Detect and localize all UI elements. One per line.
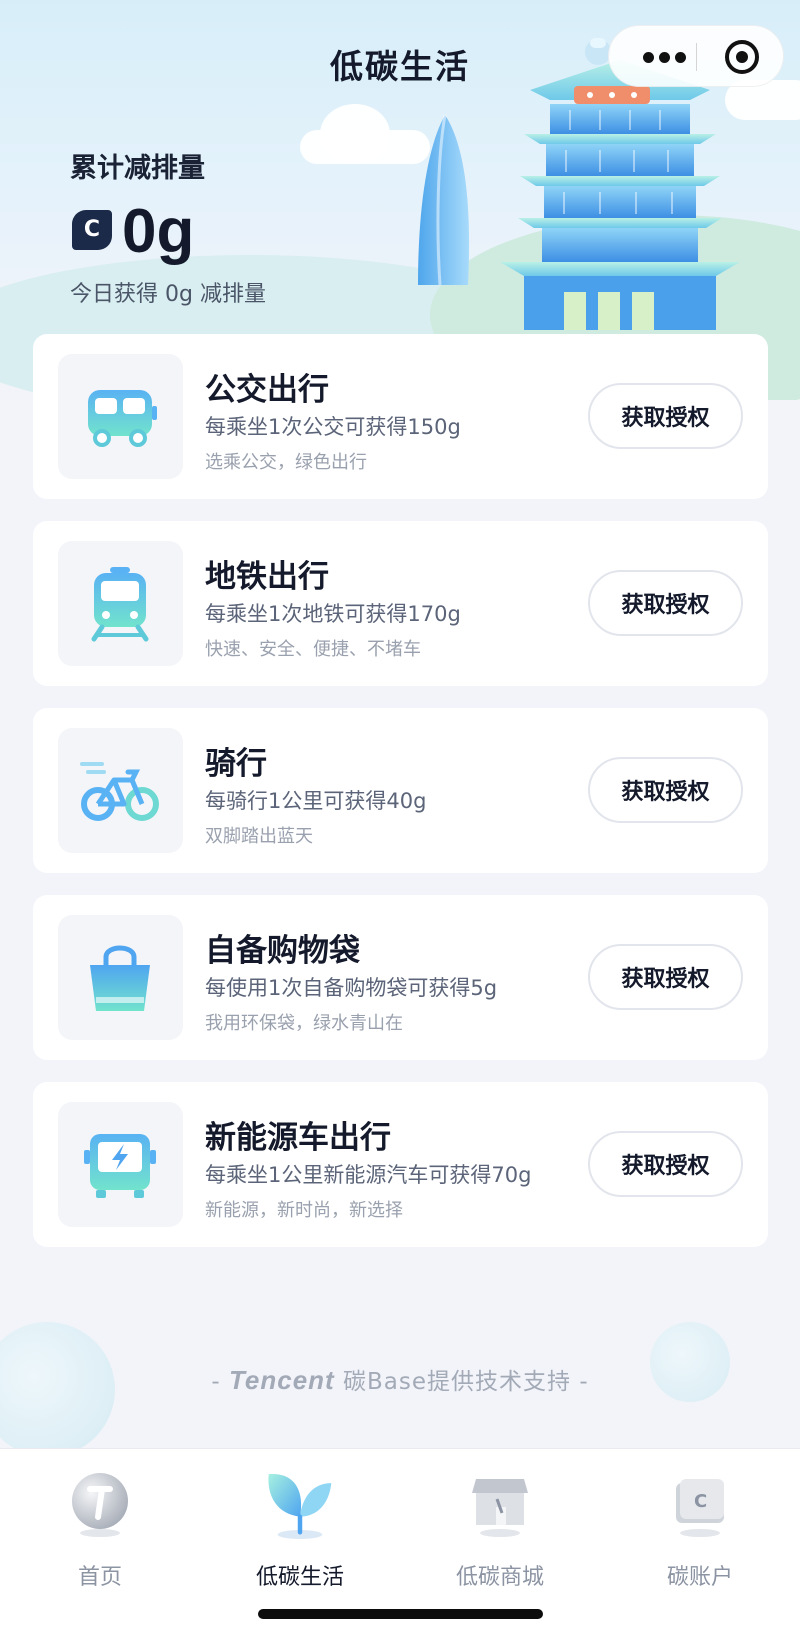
bicycle-icon (58, 728, 183, 853)
home-tab-icon (72, 1473, 128, 1537)
card-title: 自备购物袋 (205, 933, 360, 969)
spire-building-illustration (418, 115, 470, 285)
more-menu-icon[interactable] (643, 52, 687, 64)
capsule-divider (696, 43, 697, 71)
tab-carbon-account[interactable]: C 碳账户 (600, 1449, 800, 1590)
authorize-button[interactable]: 获取授权 (588, 570, 743, 636)
activity-card-subway: 地铁出行 每乘坐1次地铁可获得170g 快速、安全、便捷、不堵车 获取授权 (33, 521, 768, 686)
tab-label: 低碳商城 (455, 1565, 544, 1590)
total-reduction-label: 累计减排量 (70, 153, 205, 184)
wallet-tab-icon: C (676, 1479, 724, 1537)
electric-bus-icon (58, 1102, 183, 1227)
card-note: 选乘公交，绿色出行 (205, 452, 367, 473)
card-description: 每乘坐1公里新能源汽车可获得70g (205, 1163, 532, 1187)
leaf-tab-icon (268, 1474, 332, 1539)
shopping-bag-icon (58, 915, 183, 1040)
total-reduction-value: 0g (122, 197, 195, 266)
today-reduction-text: 今日获得 0g 减排量 (70, 282, 266, 307)
tab-low-carbon-store[interactable]: 低碳商城 (400, 1449, 600, 1590)
card-description: 每使用1次自备购物袋可获得5g (205, 976, 498, 1000)
card-title: 公交出行 (205, 372, 329, 408)
card-note: 新能源，新时尚，新选择 (205, 1200, 403, 1221)
svg-text:C: C (694, 1491, 707, 1512)
footer-dash: - (579, 1369, 589, 1395)
authorize-button[interactable]: 获取授权 (588, 757, 743, 823)
card-title: 地铁出行 (205, 559, 329, 595)
tab-home[interactable]: 首页 (0, 1449, 200, 1590)
home-indicator (258, 1609, 543, 1619)
card-note: 快速、安全、便捷、不堵车 (205, 639, 421, 660)
bus-icon (58, 354, 183, 479)
activity-card-bus: 公交出行 每乘坐1次公交可获得150g 选乘公交，绿色出行 获取授权 (33, 334, 768, 499)
authorize-button[interactable]: 获取授权 (588, 383, 743, 449)
card-description: 每骑行1公里可获得40g (205, 789, 427, 813)
bottom-tab-bar: 首页 低碳生活 低碳商城 C 碳账户 (0, 1448, 800, 1635)
tab-label: 低碳生活 (255, 1565, 344, 1590)
carbon-coin-icon: C (72, 210, 112, 250)
authorize-button[interactable]: 获取授权 (588, 1131, 743, 1197)
activity-card-shopping-bag: 自备购物袋 每使用1次自备购物袋可获得5g 我用环保袋，绿水青山在 获取授权 (33, 895, 768, 1060)
mini-program-capsule (608, 25, 784, 87)
activity-card-cycling: 骑行 每骑行1公里可获得40g 双脚踏出蓝天 获取授权 (33, 708, 768, 873)
tab-low-carbon-life[interactable]: 低碳生活 (200, 1449, 400, 1590)
tab-label: 首页 (77, 1565, 122, 1590)
cloud-decoration (320, 104, 390, 164)
footer-dash: - (211, 1369, 221, 1395)
subway-icon (58, 541, 183, 666)
activity-card-new-energy: 新能源车出行 每乘坐1公里新能源汽车可获得70g 新能源，新时尚，新选择 获取授… (33, 1082, 768, 1247)
tencent-logo: Tencent (228, 1365, 335, 1395)
card-note: 双脚踏出蓝天 (205, 826, 313, 847)
tab-label: 碳账户 (666, 1565, 733, 1590)
credit-text: 碳Base提供技术支持 (343, 1369, 572, 1395)
card-title: 新能源车出行 (205, 1120, 391, 1156)
tech-support-credit: - Tencent 碳Base提供技术支持 - (0, 1362, 800, 1396)
card-description: 每乘坐1次地铁可获得170g (205, 602, 461, 626)
close-program-icon[interactable] (725, 40, 759, 74)
card-note: 我用环保袋，绿水青山在 (205, 1013, 403, 1034)
card-title: 骑行 (205, 746, 267, 782)
authorize-button[interactable]: 获取授权 (588, 944, 743, 1010)
activity-list: 公交出行 每乘坐1次公交可获得150g 选乘公交，绿色出行 获取授权 地铁出行 … (33, 334, 768, 1269)
store-tab-icon (472, 1479, 528, 1537)
card-description: 每乘坐1次公交可获得150g (205, 415, 461, 439)
